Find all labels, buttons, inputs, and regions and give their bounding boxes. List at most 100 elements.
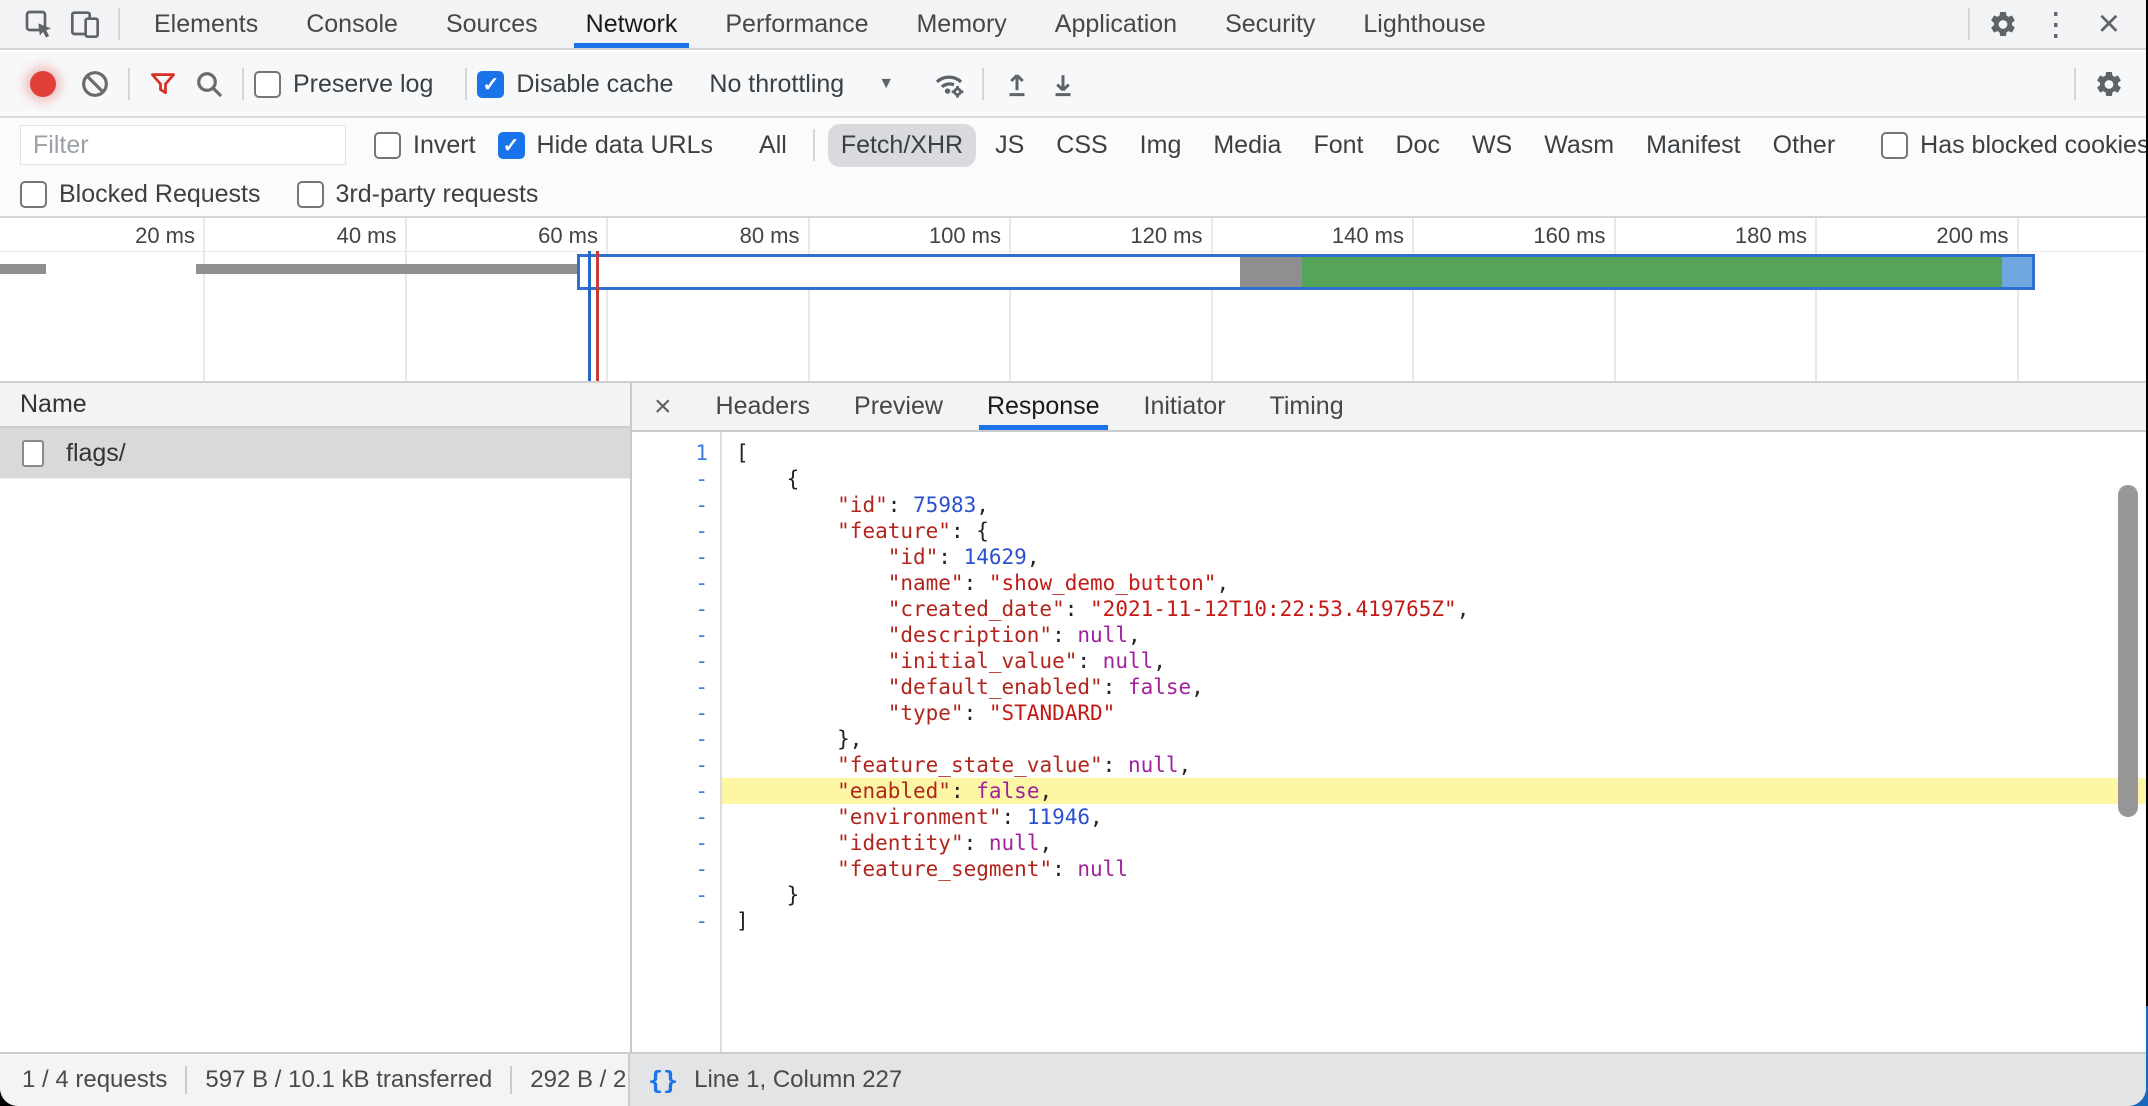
type-filter-js[interactable]: JS [982, 124, 1037, 167]
gridline [1815, 218, 1817, 381]
type-filter-css[interactable]: CSS [1043, 124, 1120, 167]
network-conditions-icon[interactable] [926, 62, 972, 106]
clear-icon[interactable] [72, 62, 118, 106]
code-line: - "feature_state_value": null, [632, 752, 2146, 778]
line-gutter[interactable]: - [632, 674, 722, 700]
detail-tab-initiator[interactable]: Initiator [1122, 383, 1248, 430]
type-filter-other[interactable]: Other [1760, 124, 1849, 167]
line-gutter[interactable]: - [632, 830, 722, 856]
type-filter-font[interactable]: Font [1300, 124, 1376, 167]
line-gutter[interactable]: - [632, 882, 722, 908]
request-name: flags/ [66, 439, 126, 468]
detail-tab-response[interactable]: Response [965, 383, 1122, 430]
detail-tab-timing[interactable]: Timing [1248, 383, 1366, 430]
code-line: - }, [632, 726, 2146, 752]
type-filter-wasm[interactable]: Wasm [1531, 124, 1627, 167]
tab-security[interactable]: Security [1201, 0, 1339, 48]
line-gutter[interactable]: - [632, 726, 722, 752]
line-gutter[interactable]: - [632, 544, 722, 570]
tab-network[interactable]: Network [562, 0, 702, 48]
disable-cache-checkbox[interactable]: ✓ [477, 71, 504, 98]
event-marker [588, 251, 591, 381]
type-filter-media[interactable]: Media [1200, 124, 1294, 167]
overview-timeline[interactable]: 20 ms40 ms60 ms80 ms100 ms120 ms140 ms16… [0, 218, 2146, 383]
tab-application[interactable]: Application [1031, 0, 1201, 48]
line-gutter[interactable]: - [632, 518, 722, 544]
blocked-requests-checkbox[interactable] [20, 181, 47, 208]
type-filter-all[interactable]: All [746, 124, 800, 167]
line-gutter[interactable]: - [632, 492, 722, 518]
settings-gear-icon[interactable] [1980, 2, 2026, 46]
line-gutter[interactable]: - [632, 752, 722, 778]
code-line: - "type": "STANDARD" [632, 700, 2146, 726]
chevron-down-icon: ▼ [878, 75, 894, 93]
code-line: - { [632, 466, 2146, 492]
code-line: - "enabled": false, [632, 778, 2146, 804]
tick-label: 80 ms [630, 223, 800, 249]
third-party-requests-checkbox[interactable] [297, 181, 324, 208]
tab-lighthouse[interactable]: Lighthouse [1339, 0, 1509, 48]
code-text: "feature_state_value": null, [722, 752, 2146, 778]
export-har-icon[interactable] [1040, 62, 1086, 106]
filter-funnel-icon[interactable] [140, 62, 186, 106]
preserve-log-checkbox[interactable] [254, 71, 281, 98]
line-gutter[interactable]: - [632, 856, 722, 882]
detail-tab-headers[interactable]: Headers [694, 383, 833, 430]
scrollbar-thumb[interactable] [2118, 485, 2138, 817]
devtools-panel: ElementsConsoleSourcesNetworkPerformance… [0, 0, 2146, 1106]
filter-input[interactable] [20, 125, 346, 165]
import-har-icon[interactable] [994, 62, 1040, 106]
pretty-print-icon[interactable]: {} [648, 1066, 678, 1095]
network-toolbar-right [2064, 62, 2146, 106]
network-settings-gear-icon[interactable] [2086, 62, 2132, 106]
device-toolbar-icon[interactable] [62, 2, 108, 46]
line-gutter[interactable]: - [632, 570, 722, 596]
line-gutter[interactable]: - [632, 648, 722, 674]
code-line: - "feature_segment": null [632, 856, 2146, 882]
line-gutter[interactable]: - [632, 700, 722, 726]
detail-tab-preview[interactable]: Preview [832, 383, 965, 430]
throttling-select[interactable]: No throttling ▼ [709, 70, 912, 99]
line-gutter[interactable]: - [632, 778, 722, 804]
code-text: "type": "STANDARD" [722, 700, 2146, 726]
tick-label: 120 ms [1033, 223, 1203, 249]
type-filter-img[interactable]: Img [1127, 124, 1195, 167]
line-gutter[interactable]: - [632, 908, 722, 934]
inspect-element-icon[interactable] [16, 2, 62, 46]
record-button[interactable] [30, 71, 56, 97]
line-gutter[interactable]: - [632, 804, 722, 830]
has-blocked-cookies-checkbox[interactable] [1881, 132, 1908, 159]
line-gutter[interactable]: - [632, 466, 722, 492]
status-bar-summary: 1 / 4 requests597 B / 10.1 kB transferre… [0, 1054, 630, 1106]
code-line: - "identity": null, [632, 830, 2146, 856]
line-gutter[interactable]: - [632, 596, 722, 622]
code-line: - "default_enabled": false, [632, 674, 2146, 700]
hide-data-urls-checkbox[interactable]: ✓ [498, 132, 525, 159]
tab-elements[interactable]: Elements [130, 0, 282, 48]
search-icon[interactable] [186, 62, 232, 106]
more-options-icon[interactable]: ⋮ [2026, 8, 2086, 40]
tab-memory[interactable]: Memory [892, 0, 1030, 48]
tab-console[interactable]: Console [282, 0, 422, 48]
type-filter-fetch-xhr[interactable]: Fetch/XHR [828, 124, 976, 167]
close-devtools-icon[interactable]: × [2086, 5, 2132, 43]
line-gutter[interactable]: - [632, 622, 722, 648]
code-text: ] [722, 908, 2146, 934]
line-gutter[interactable]: 1 [632, 440, 722, 466]
preserve-log-label: Preserve log [293, 70, 433, 99]
devtools-window: ElementsConsoleSourcesNetworkPerformance… [0, 0, 2148, 1106]
invert-checkbox[interactable] [374, 132, 401, 159]
code-text: "feature": { [722, 518, 2146, 544]
gridline [405, 218, 407, 381]
tick-rule [0, 251, 2146, 252]
type-filter-manifest[interactable]: Manifest [1633, 124, 1753, 167]
type-filter-ws[interactable]: WS [1459, 124, 1525, 167]
name-column-header[interactable]: Name [0, 383, 630, 428]
request-row[interactable]: flags/ [0, 428, 630, 479]
tab-performance[interactable]: Performance [701, 0, 892, 48]
tab-sources[interactable]: Sources [422, 0, 562, 48]
gridline [1009, 218, 1011, 381]
type-filter-doc[interactable]: Doc [1382, 124, 1452, 167]
third-party-requests-label: 3rd-party requests [336, 180, 539, 209]
close-detail-icon[interactable]: × [632, 383, 694, 430]
